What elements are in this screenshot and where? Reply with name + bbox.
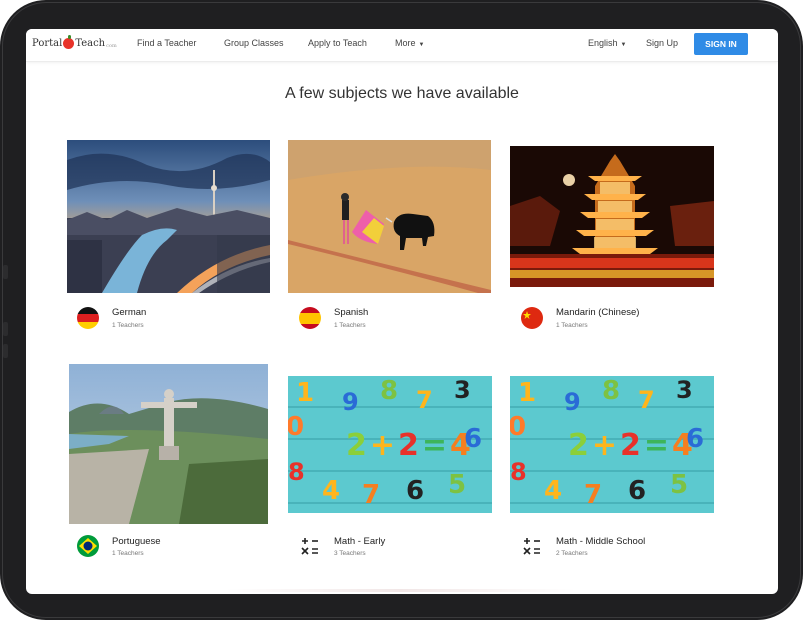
digit-magnet: 7 — [584, 480, 603, 510]
teacher-count: 1 Teachers — [112, 550, 144, 557]
tablet-frame: Portal Teach com Find a Teacher Group Cl… — [0, 0, 803, 620]
digit-magnet: 0 — [510, 412, 527, 442]
site-logo[interactable]: Portal Teach com — [32, 35, 117, 49]
sign-in-button[interactable]: SIGN IN — [694, 33, 748, 55]
subject-name[interactable]: Mandarin (Chinese) — [556, 307, 639, 318]
digit-magnet: 6 — [406, 476, 425, 506]
teacher-count: 1 Teachers — [112, 322, 144, 329]
teacher-count: 2 Teachers — [556, 550, 588, 557]
digit-magnet: 9 — [564, 388, 581, 416]
teacher-count: 1 Teachers — [556, 322, 588, 329]
chevron-down-icon: ▼ — [418, 42, 425, 48]
top-navbar: Portal Teach com Find a Teacher Group Cl… — [26, 29, 778, 62]
screen: Portal Teach com Find a Teacher Group Cl… — [26, 29, 778, 594]
brazil-flag-icon — [77, 535, 99, 557]
digit-magnet: 7 — [638, 386, 655, 414]
digit-magnet: 5 — [448, 470, 467, 500]
subject-name[interactable]: German — [112, 307, 146, 318]
digit-magnet: 8 — [510, 458, 527, 486]
nav-group-classes[interactable]: Group Classes — [224, 38, 284, 48]
footer-text-peek — [226, 589, 576, 592]
digit-magnet: 1 — [296, 378, 315, 408]
digit-magnet: 5 — [670, 470, 689, 500]
digit-magnet: 9 — [342, 388, 359, 416]
digit-magnet: 8 — [602, 376, 621, 406]
digit-magnet: 4 — [322, 476, 341, 506]
bullfight-image[interactable] — [288, 140, 491, 293]
subject-name[interactable]: Math - Middle School — [556, 536, 645, 547]
germany-flag-icon — [77, 307, 99, 329]
volume-button — [3, 265, 8, 279]
digit-magnet: 6 — [686, 424, 705, 454]
berlin-cityscape-image[interactable] — [67, 140, 270, 293]
chinese-pagoda-image[interactable] — [510, 146, 714, 287]
digit-magnet: 4 — [544, 476, 563, 506]
digit-magnet: 6 — [464, 424, 483, 454]
math-icon — [299, 535, 321, 557]
digit-magnet: 7 — [362, 480, 381, 510]
digit-magnet: 8 — [288, 458, 305, 486]
subject-name[interactable]: Spanish — [334, 307, 368, 318]
apple-logo-icon — [63, 35, 75, 49]
digit-magnet: 3 — [454, 376, 471, 404]
language-label: English — [588, 38, 618, 48]
digit-magnet: 1 — [518, 378, 537, 408]
teacher-count: 1 Teachers — [334, 322, 366, 329]
volume-button — [3, 322, 8, 336]
number-magnets-image[interactable]: 2+2=4 1 9 8 7 3 0 6 8 4 7 6 5 — [288, 376, 492, 513]
digit-magnet: 3 — [676, 376, 693, 404]
logo-suffix: com — [106, 42, 117, 49]
sign-up-link[interactable]: Sign Up — [646, 38, 678, 48]
subject-name[interactable]: Portuguese — [112, 536, 161, 547]
spain-flag-icon — [299, 307, 321, 329]
equation-magnets: 2+2=4 — [568, 428, 696, 463]
logo-text-portal: Portal — [32, 38, 63, 49]
china-flag-icon — [521, 307, 543, 329]
chevron-down-icon: ▼ — [620, 42, 627, 48]
math-icon — [521, 535, 543, 557]
nav-more-label: More — [395, 38, 416, 48]
equation-magnets: 2+2=4 — [346, 428, 474, 463]
power-button — [3, 344, 8, 358]
language-dropdown[interactable]: English ▼ — [588, 38, 626, 48]
digit-magnet: 8 — [380, 376, 399, 406]
number-magnets-image[interactable]: 2+2=4 1 9 8 7 3 0 6 8 4 7 6 5 — [510, 376, 714, 513]
section-heading: A few subjects we have available — [285, 85, 519, 102]
digit-magnet: 7 — [416, 386, 433, 414]
subject-name[interactable]: Math - Early — [334, 536, 385, 547]
christ-redeemer-image[interactable] — [69, 364, 268, 524]
teacher-count: 3 Teachers — [334, 550, 366, 557]
digit-magnet: 6 — [628, 476, 647, 506]
logo-text-teach: Teach — [75, 38, 106, 49]
digit-magnet: 0 — [288, 412, 305, 442]
nav-more-dropdown[interactable]: More ▼ — [395, 38, 424, 48]
nav-apply-to-teach[interactable]: Apply to Teach — [308, 38, 367, 48]
nav-find-teacher[interactable]: Find a Teacher — [137, 38, 196, 48]
